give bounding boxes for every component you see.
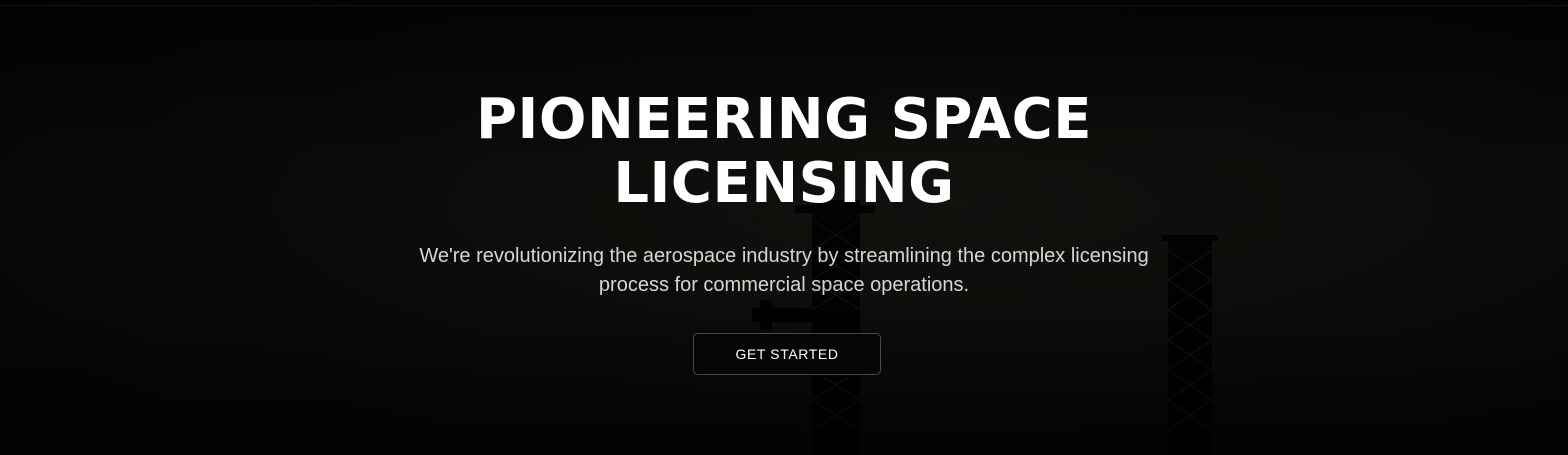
get-started-button[interactable]: GET STARTED (693, 333, 881, 375)
hero-title: PIONEERING SPACE LICENSING (384, 88, 1184, 216)
background-vignette (0, 0, 1568, 455)
hero-section: PIONEERING SPACE LICENSING We're revolut… (0, 0, 1568, 455)
hero-subtitle: We're revolutionizing the aerospace indu… (419, 245, 1149, 296)
hero-title-line-1: PIONEERING SPACE (475, 87, 1093, 152)
hero-title-line-2: LICENSING (613, 151, 955, 216)
